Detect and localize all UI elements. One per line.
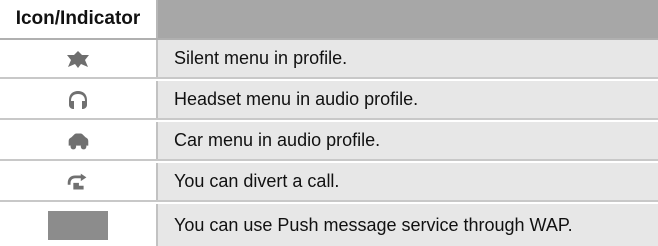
icon-cell — [0, 40, 158, 77]
icon-cell — [0, 163, 158, 200]
description-cell: You can use Push message service through… — [158, 204, 658, 246]
icon-cell — [0, 122, 158, 159]
description-column-header — [158, 0, 658, 38]
divert-call-icon — [64, 172, 92, 192]
description-cell: Silent menu in profile. — [158, 40, 658, 77]
icon-indicator-column-header: Icon/Indicator — [0, 0, 158, 38]
icon-cell — [0, 204, 158, 246]
table-row: You can use Push message service through… — [0, 204, 658, 246]
indicator-table: Icon/Indicator Silent menu in profile. H… — [0, 0, 658, 246]
car-icon — [64, 131, 92, 151]
description-cell: You can divert a call. — [158, 163, 658, 200]
description-cell: Headset menu in audio profile. — [158, 81, 658, 118]
table-row: Headset menu in audio profile. — [0, 81, 658, 120]
table-header: Icon/Indicator — [0, 0, 658, 40]
headset-icon — [64, 90, 92, 110]
push-message-icon — [48, 210, 108, 240]
table-row: Car menu in audio profile. — [0, 122, 658, 161]
description-cell: Car menu in audio profile. — [158, 122, 658, 159]
silent-profile-icon — [64, 49, 92, 69]
table-row: You can divert a call. — [0, 163, 658, 202]
table-row: Silent menu in profile. — [0, 40, 658, 79]
icon-cell — [0, 81, 158, 118]
